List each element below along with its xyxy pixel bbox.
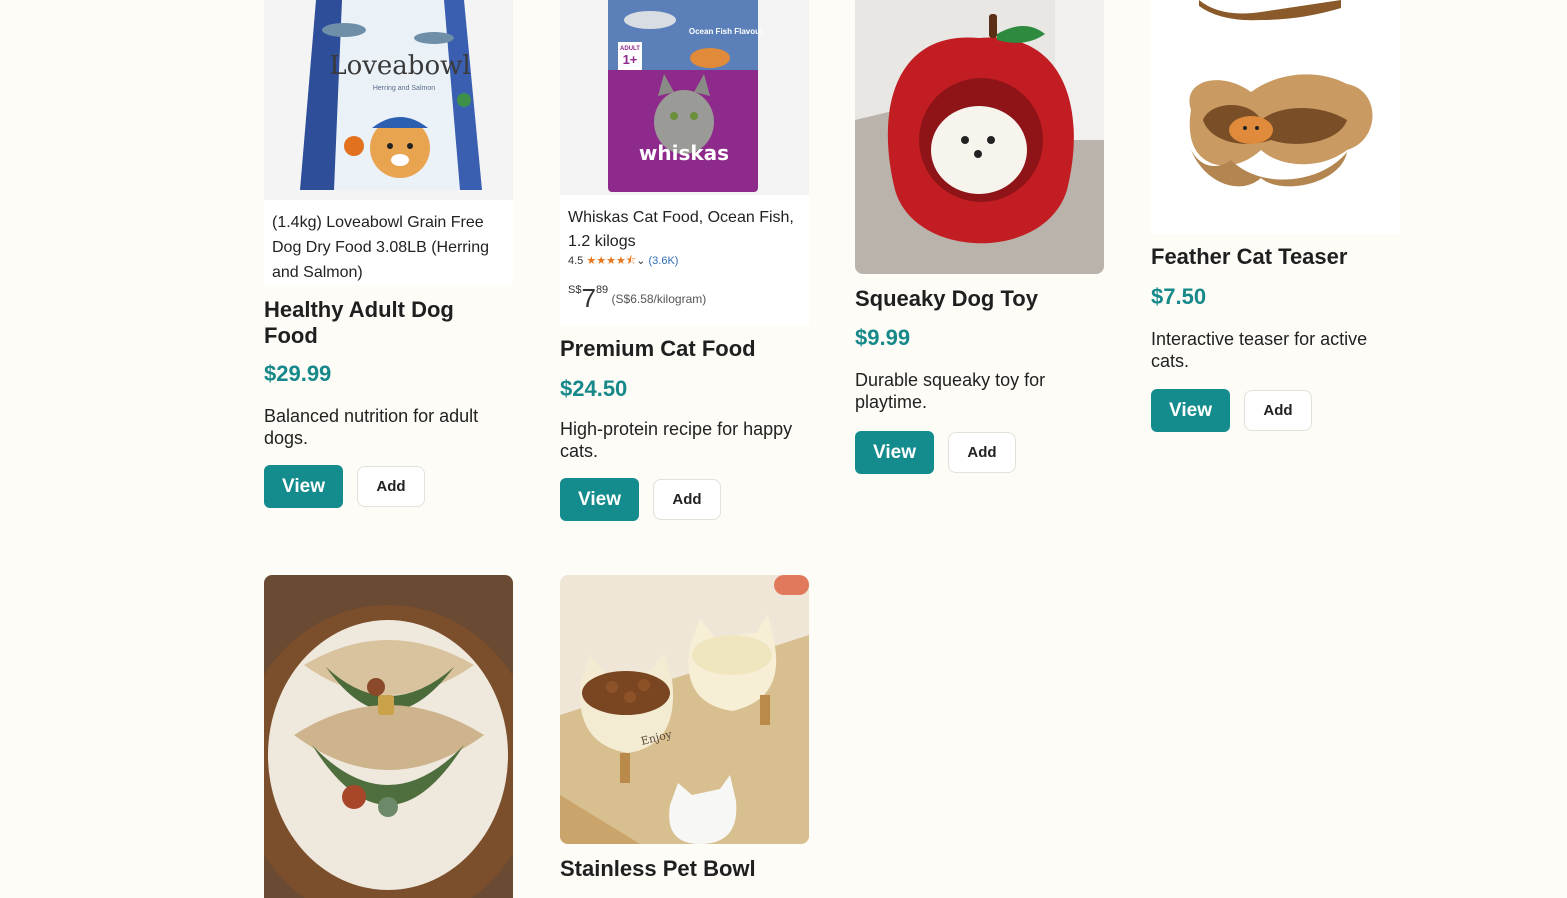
product-description: Balanced nutrition for adult dogs. [264, 406, 479, 448]
caption-title: Whiskas Cat Food, Ocean Fish, 1.2 kilogs [568, 209, 794, 250]
product-image-cat-food[interactable]: ADULT 1+ Ocean Fish Flavour whiskas Whis… [560, 0, 809, 326]
svg-text:1+: 1+ [623, 52, 638, 67]
product-actions: View Add [560, 478, 809, 521]
product-card [264, 575, 513, 898]
add-button[interactable]: Add [357, 466, 425, 507]
product-caption: (1.4kg) Loveabowl Grain Free Dog Dry Foo… [264, 204, 513, 285]
product-title[interactable]: Stainless Pet Bowl [560, 856, 809, 882]
product-actions: View Add [1151, 389, 1400, 432]
peanut-cat-bed-illustration [1151, 0, 1400, 234]
add-button[interactable]: Add [1244, 390, 1312, 431]
svg-text:Ocean Fish Flavour: Ocean Fish Flavour [689, 27, 763, 36]
star-rating-icon: ★★★★⯪ [586, 255, 637, 267]
view-button[interactable]: View [264, 465, 343, 508]
product-description: Interactive teaser for active cats. [1151, 329, 1368, 371]
product-caption: Whiskas Cat Food, Ocean Fish, 1.2 kilogs… [560, 200, 809, 317]
cat-bowls-illustration: Enjoy [560, 575, 809, 844]
view-button[interactable]: View [855, 431, 934, 474]
add-button[interactable]: Add [948, 432, 1016, 473]
cat-food-bag-illustration: ADULT 1+ Ocean Fish Flavour whiskas [560, 0, 809, 195]
product-title[interactable]: Premium Cat Food [560, 336, 809, 362]
view-button[interactable]: View [1151, 389, 1230, 432]
product-price: $7.50 [1151, 284, 1207, 309]
product-grid: Loveabowl Herring and Salmon (1.4kg) Lov… [0, 0, 1567, 898]
svg-text:whiskas: whiskas [639, 141, 729, 165]
svg-text:Herring and Salmon: Herring and Salmon [373, 85, 435, 92]
add-button[interactable]: Add [653, 479, 721, 520]
product-price: $29.99 [264, 361, 332, 386]
product-card: Enjoy Stainless Pet Bowl [560, 575, 809, 882]
product-image-collar[interactable] [264, 575, 513, 898]
dog-food-bag-illustration: Loveabowl Herring and Salmon [264, 0, 513, 200]
price-fraction: 89 [595, 284, 609, 296]
product-card: ADULT 1+ Ocean Fish Flavour whiskas Whis… [560, 0, 809, 521]
apple-pet-bed-illustration [855, 0, 1104, 274]
view-button[interactable]: View [560, 478, 639, 521]
product-card: Feather Cat Teaser $7.50 Interactive tea… [1151, 0, 1400, 432]
product-title[interactable]: Healthy Adult Dog Food [264, 297, 513, 349]
rating-value: 4.5 [568, 255, 584, 267]
svg-text:Loveabowl: Loveabowl [329, 51, 470, 81]
rating-count[interactable]: (3.6K) [649, 255, 679, 267]
product-price: $24.50 [560, 376, 628, 401]
price-whole: 7 [581, 283, 596, 313]
product-image-cat-teaser[interactable] [1151, 0, 1400, 234]
product-image-dog-toy[interactable] [855, 0, 1104, 274]
product-actions: View Add [855, 431, 1104, 474]
product-title[interactable]: Feather Cat Teaser [1151, 244, 1400, 270]
caption-price: S$789 (S$6.58/kilogram) [568, 278, 801, 311]
unit-price: (S$6.58/kilogram) [611, 292, 707, 306]
product-actions: View Add [264, 465, 513, 508]
product-description: High-protein recipe for happy cats. [560, 419, 793, 461]
product-card: Loveabowl Herring and Salmon (1.4kg) Lov… [264, 0, 513, 508]
rating: 4.5 ★★★★⯪⌄ (3.6K) [568, 254, 801, 268]
chevron-down-icon[interactable]: ⌄ [636, 255, 645, 267]
product-price: $9.99 [855, 325, 911, 350]
crochet-collar-illustration [264, 575, 513, 898]
product-image-pet-bowl[interactable]: Enjoy [560, 575, 809, 844]
price-currency: S$ [568, 284, 582, 296]
product-title[interactable]: Squeaky Dog Toy [855, 286, 1104, 312]
product-image-dog-food[interactable]: Loveabowl Herring and Salmon (1.4kg) Lov… [264, 0, 513, 285]
product-card: Squeaky Dog Toy $9.99 Durable squeaky to… [855, 0, 1104, 474]
product-description: Durable squeaky toy for playtime. [855, 370, 1046, 412]
